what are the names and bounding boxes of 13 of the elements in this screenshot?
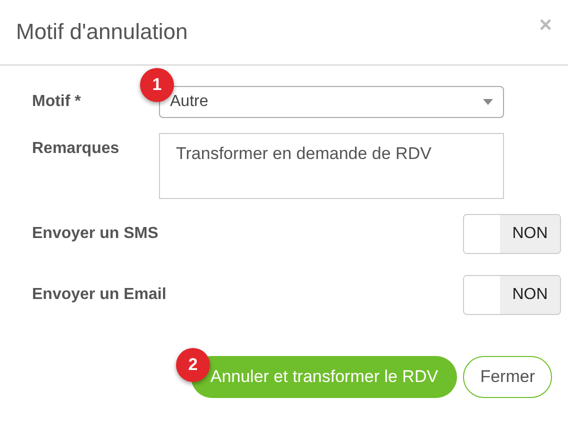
- caret-icon: [483, 99, 493, 105]
- toggle-switch[interactable]: NON: [463, 214, 561, 254]
- toggle-switch[interactable]: NON: [463, 275, 561, 315]
- remarks-field[interactable]: Transformer en demande de RDV: [159, 133, 504, 199]
- dialog-title: Motif d'annulation: [16, 19, 188, 45]
- field-label: Envoyer un SMS: [32, 225, 160, 243]
- toggle-state: NON: [500, 215, 560, 253]
- close-dialog-button[interactable]: Fermer: [463, 356, 552, 398]
- toggle-state: NON: [500, 276, 560, 314]
- step-badge: 2: [176, 348, 210, 382]
- field-label: Envoyer un Email: [32, 286, 168, 304]
- field-label: Remarques: [32, 139, 120, 158]
- field-label: Motif *: [32, 92, 82, 111]
